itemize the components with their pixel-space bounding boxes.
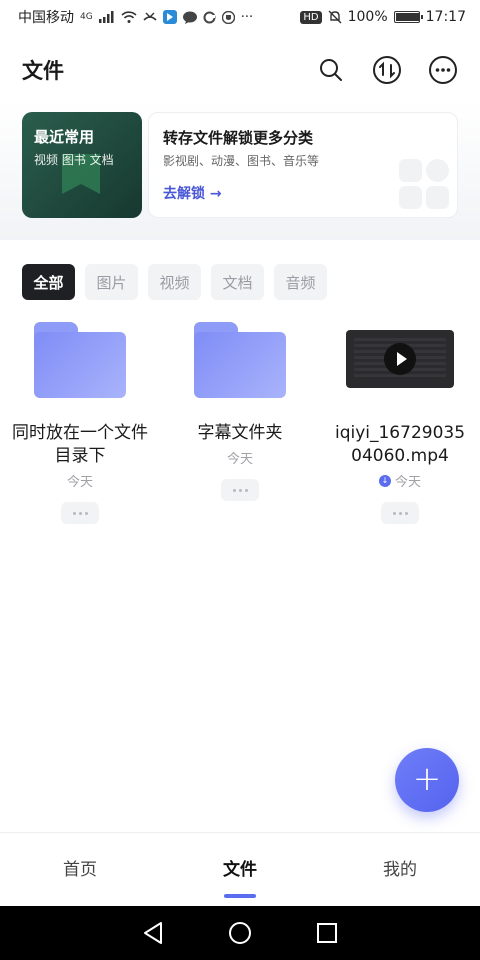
wifi-icon	[121, 11, 137, 23]
battery-icon	[393, 11, 423, 23]
tab-files[interactable]: 文件	[160, 833, 320, 906]
home-icon[interactable]	[228, 921, 252, 945]
missed-call-icon	[143, 12, 157, 21]
status-right: HD 100% 17:17	[300, 9, 466, 25]
message-icon	[182, 11, 197, 24]
file-thumbnail	[160, 318, 320, 402]
file-name: iqiyi_1672903504060.mp4	[334, 423, 466, 466]
transfer-button[interactable]	[372, 55, 402, 85]
filter-chip[interactable]: 文档	[211, 264, 264, 300]
file-date-label: 今天	[226, 452, 253, 467]
carrier-label: 中国移动	[18, 10, 74, 26]
folder-icon	[194, 322, 286, 398]
filter-chip[interactable]: 视频	[148, 264, 201, 300]
status-left: 中国移动 4G ···	[18, 7, 253, 27]
file-date: ↓ 今天	[320, 471, 480, 490]
search-button[interactable]	[316, 55, 346, 85]
file-thumbnail	[320, 318, 480, 402]
recents-icon[interactable]	[316, 922, 338, 944]
signal-icon	[98, 11, 114, 23]
filter-chip[interactable]: 图片	[85, 264, 138, 300]
file-date: 今天	[0, 471, 160, 490]
mute-icon	[328, 10, 342, 24]
transfer-icon	[373, 56, 401, 84]
active-tab-indicator	[224, 894, 256, 898]
file-more-button[interactable]	[381, 502, 419, 524]
page-title: 文件	[22, 59, 64, 83]
tab-label: 首页	[63, 860, 97, 880]
file-date-label: 今天	[66, 475, 93, 490]
file-more-button[interactable]	[221, 479, 259, 501]
filter-chip[interactable]: 全部	[22, 264, 75, 300]
add-button[interactable]: +	[395, 748, 459, 812]
unlock-title: 转存文件解锁更多分类	[163, 129, 314, 147]
file-item[interactable]: iqiyi_1672903504060.mp4 ↓ 今天	[320, 318, 480, 524]
plus-icon: +	[412, 758, 442, 799]
status-bar: 中国移动 4G ··· HD 100% 17:17	[0, 0, 480, 34]
play-icon	[384, 343, 416, 375]
top-bar: 文件	[0, 42, 480, 98]
folder-icon	[34, 322, 126, 398]
file-name: 字幕文件夹	[197, 423, 283, 443]
tab-home[interactable]: 首页	[0, 833, 160, 906]
tab-label: 文件	[223, 860, 257, 880]
more-button[interactable]	[428, 55, 458, 85]
recent-title: 最近常用	[34, 128, 95, 146]
tab-label: 我的	[383, 860, 417, 880]
network-type-label: 4G	[80, 12, 93, 22]
system-nav-bar	[0, 906, 480, 960]
file-date-label: 今天	[394, 475, 421, 490]
hero-section: 最近常用 视频 图书 文档 转存文件解锁更多分类 影视剧、动漫、图书、音乐等 去…	[0, 100, 480, 240]
battery-percent: 100%	[347, 9, 388, 25]
file-thumbnail	[0, 318, 160, 402]
bottom-tab-bar: 首页 文件 我的	[0, 832, 480, 906]
unlock-card[interactable]: 转存文件解锁更多分类 影视剧、动漫、图书、音乐等 去解锁 →	[148, 112, 458, 218]
unlock-link[interactable]: 去解锁 →	[163, 183, 222, 203]
category-tiles-icon	[399, 159, 449, 209]
recent-subtitle: 视频 图书 文档	[34, 153, 114, 167]
more-icon	[429, 56, 457, 84]
more-notifications-label: ···	[240, 9, 254, 25]
search-icon	[320, 59, 342, 81]
file-more-button[interactable]	[61, 502, 99, 524]
clock: 17:17	[425, 9, 466, 25]
file-item[interactable]: 同时放在一个文件目录下 今天	[0, 318, 160, 524]
battery-fill	[395, 13, 420, 21]
file-date: 今天	[160, 448, 320, 467]
file-item[interactable]: 字幕文件夹 今天	[160, 318, 320, 501]
tab-mine[interactable]: 我的	[320, 833, 480, 906]
video-thumbnail	[346, 330, 454, 388]
recent-card[interactable]: 最近常用 视频 图书 文档	[22, 112, 142, 218]
filter-chips: 全部 图片 视频 文档 音频	[22, 264, 327, 300]
downloaded-icon: ↓	[378, 474, 391, 487]
filter-chip[interactable]: 音频	[274, 264, 327, 300]
hd-badge: HD	[300, 10, 322, 24]
sync-icon	[203, 11, 216, 23]
file-name: 同时放在一个文件目录下	[12, 423, 148, 466]
app-notification-icon	[162, 10, 177, 24]
back-icon[interactable]	[142, 921, 164, 945]
shield-icon	[221, 10, 235, 24]
